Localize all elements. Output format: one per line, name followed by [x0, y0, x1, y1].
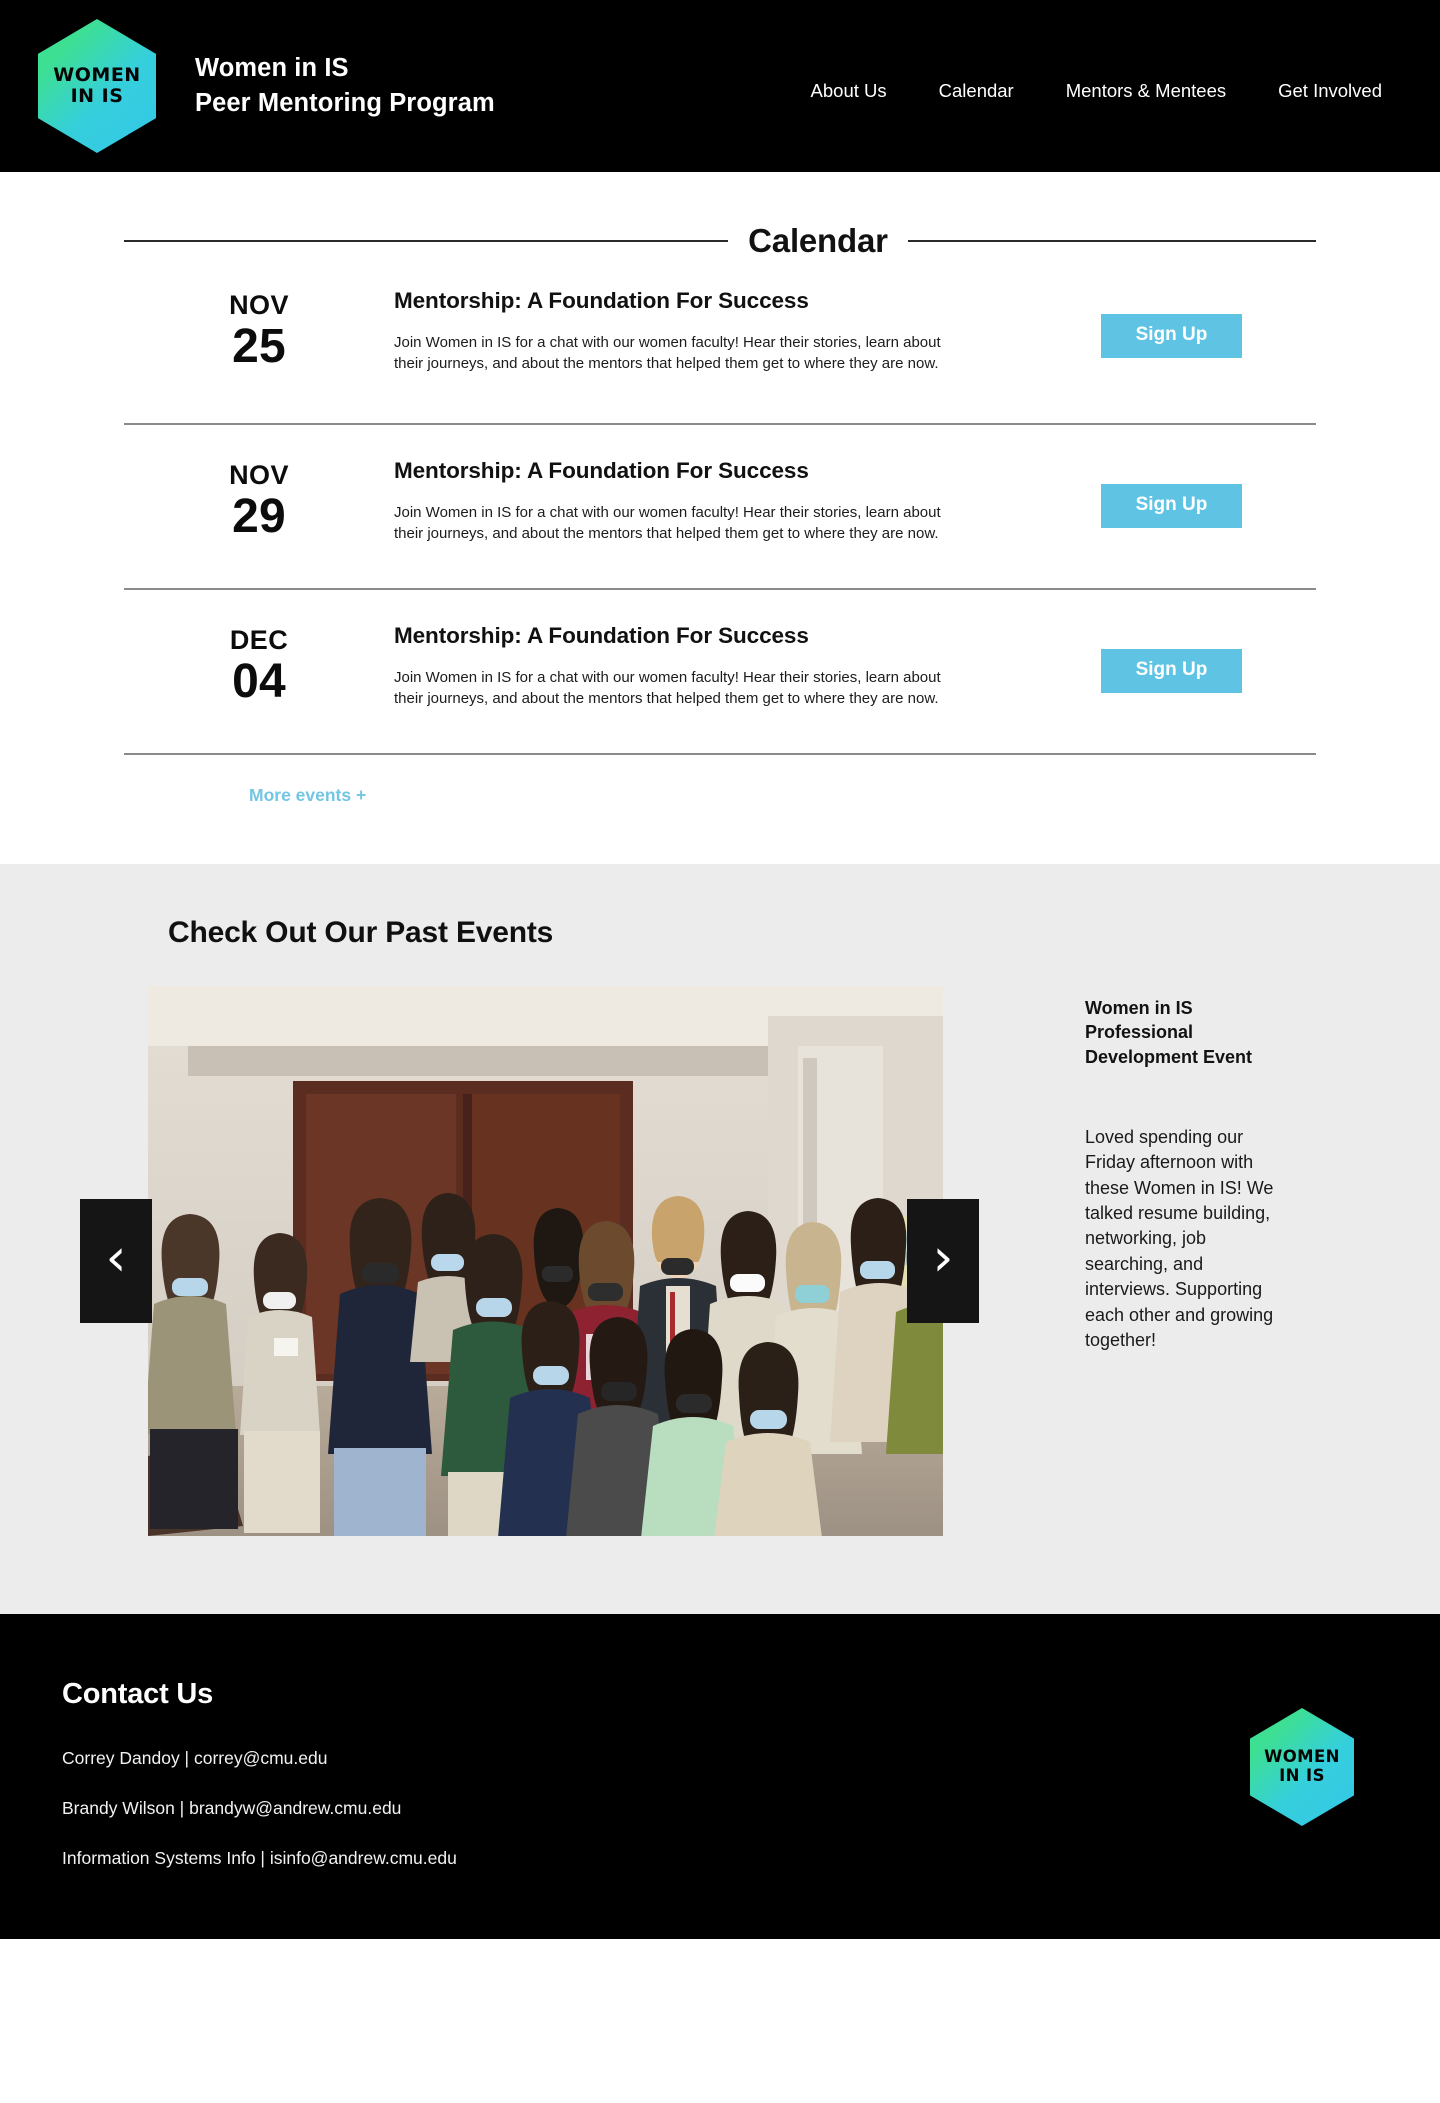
footer-logo-hexagon-icon[interactable]: WOMEN IN IS — [1250, 1708, 1354, 1826]
heading-rule-right — [907, 240, 1316, 242]
carousel-caption-title: Women in IS Professional Development Eve… — [1085, 998, 1253, 1067]
sign-up-button[interactable]: Sign Up — [1101, 314, 1242, 358]
footer-content: Contact Us Correy Dandoy | correy@cmu.ed… — [0, 1678, 1440, 1869]
logo-text-line1: WOMEN — [53, 63, 141, 86]
event-row: NOV 25 Mentorship: A Foundation For Succ… — [124, 260, 1316, 425]
brand-title-line2: Peer Mentoring Program — [195, 89, 495, 117]
site-header: WOMEN IN IS Women in IS Peer Mentoring P… — [0, 0, 1440, 172]
carousel-prev-arrow-icon[interactable]: ‹ — [80, 1199, 152, 1323]
main-navigation: About Us Calendar Mentors & Mentees Get … — [811, 80, 1382, 102]
calendar-heading: Calendar — [124, 222, 1316, 260]
footer-contact-line[interactable]: Brandy Wilson | brandyw@andrew.cmu.edu — [62, 1798, 1440, 1819]
footer-contact-line[interactable]: Information Systems Info | isinfo@andrew… — [62, 1848, 1440, 1869]
footer-logo-text-line1: WOMEN — [1264, 1747, 1340, 1767]
event-action: Sign Up — [1101, 617, 1316, 693]
event-date: NOV 29 — [124, 452, 394, 544]
more-events-link[interactable]: More events + — [249, 785, 366, 806]
carousel-caption: Women in IS Professional Development Eve… — [943, 986, 1283, 1353]
event-action: Sign Up — [1101, 282, 1316, 358]
carousel-stage: ‹ › — [80, 986, 979, 1536]
event-day: 25 — [232, 320, 286, 374]
sign-up-button[interactable]: Sign Up — [1101, 649, 1242, 693]
events-list: NOV 25 Mentorship: A Foundation For Succ… — [124, 260, 1316, 806]
footer-logo-shape: WOMEN IN IS — [1250, 1708, 1354, 1826]
sign-up-button[interactable]: Sign Up — [1101, 484, 1242, 528]
brand[interactable]: WOMEN IN IS Women in IS Peer Mentoring P… — [38, 19, 495, 153]
footer-logo-text-line2: IN IS — [1279, 1766, 1325, 1785]
logo-hexagon-shape: WOMEN IN IS — [38, 19, 156, 153]
event-row: DEC 04 Mentorship: A Foundation For Succ… — [124, 590, 1316, 755]
event-body: Mentorship: A Foundation For Success Joi… — [394, 282, 1101, 375]
event-day: 04 — [232, 655, 286, 709]
past-event-photo — [148, 986, 943, 1536]
site-footer: Contact Us Correy Dandoy | correy@cmu.ed… — [0, 1614, 1440, 1939]
nav-item-mentors-mentees[interactable]: Mentors & Mentees — [1066, 80, 1226, 102]
logo-hexagon-icon[interactable]: WOMEN IN IS — [38, 19, 156, 153]
past-events-title: Check Out Our Past Events — [168, 916, 554, 949]
heading-rule-left — [124, 240, 729, 242]
carousel-next-arrow-icon[interactable]: › — [907, 1199, 979, 1323]
event-row: NOV 29 Mentorship: A Foundation For Succ… — [124, 425, 1316, 590]
event-month: DEC — [229, 625, 289, 655]
event-month: NOV — [229, 460, 289, 490]
nav-item-calendar[interactable]: Calendar — [939, 80, 1014, 102]
page-title: Calendar — [748, 222, 888, 259]
footer-contact-line[interactable]: Correy Dandoy | correy@cmu.edu — [62, 1748, 1440, 1769]
nav-item-about-us[interactable]: About Us — [811, 80, 887, 102]
event-title: Mentorship: A Foundation For Success — [394, 623, 809, 648]
event-day: 29 — [232, 490, 286, 544]
event-date: NOV 25 — [124, 282, 394, 374]
event-body: Mentorship: A Foundation For Success Joi… — [394, 452, 1101, 545]
carousel-caption-body: Loved spending our Friday afternoon with… — [1085, 1126, 1274, 1350]
logo-text-line2: IN IS — [70, 85, 124, 107]
nav-item-get-involved[interactable]: Get Involved — [1278, 80, 1382, 102]
brand-title: Women in IS Peer Mentoring Program — [195, 51, 495, 120]
event-date: DEC 04 — [124, 617, 394, 709]
calendar-section: Calendar NOV 25 Mentorship: A Foundation… — [0, 222, 1440, 864]
event-month: NOV — [229, 290, 289, 320]
event-title: Mentorship: A Foundation For Success — [394, 458, 809, 483]
brand-title-line1: Women in IS — [195, 54, 349, 83]
carousel: ‹ › Women in IS Professional Development… — [50, 986, 1390, 1536]
event-action: Sign Up — [1101, 452, 1316, 528]
event-description: Join Women in IS for a chat with our wom… — [394, 669, 941, 708]
event-description: Join Women in IS for a chat with our wom… — [394, 504, 941, 543]
event-title: Mentorship: A Foundation For Success — [394, 288, 809, 313]
event-body: Mentorship: A Foundation For Success Joi… — [394, 617, 1101, 710]
event-description: Join Women in IS for a chat with our wom… — [394, 334, 941, 373]
past-events-section: Check Out Our Past Events ‹ › Women in I… — [0, 864, 1440, 1614]
footer-title: Contact Us — [62, 1678, 214, 1710]
